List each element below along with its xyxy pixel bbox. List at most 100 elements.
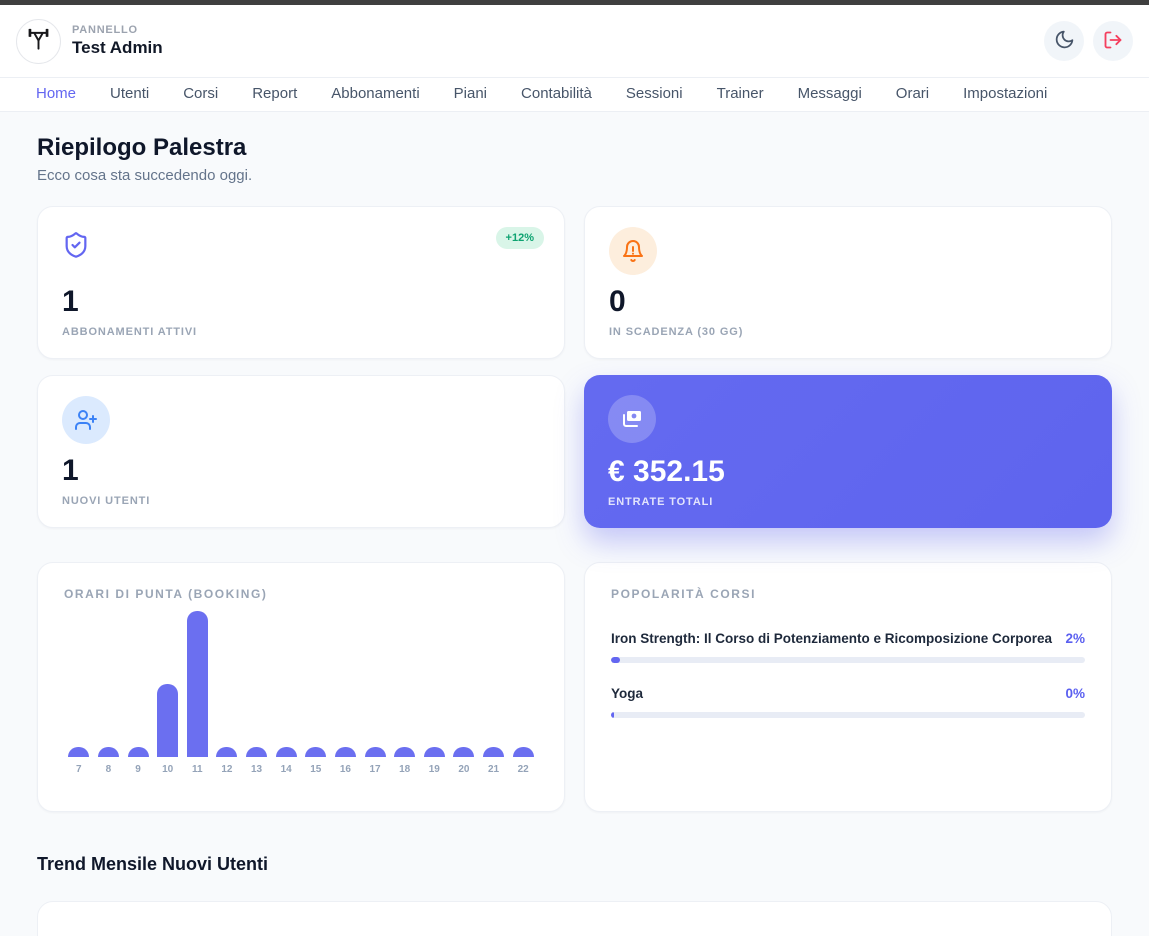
stat-card-abbonamenti-attivi: +12% 1 ABBONAMENTI ATTIVI — [37, 206, 565, 359]
nav-item-sessioni[interactable]: Sessioni — [626, 85, 683, 102]
bar-hour-16 — [335, 747, 356, 757]
bar-slot: 9 — [123, 747, 153, 775]
bar-x-label: 9 — [135, 764, 141, 775]
bar-slot: 21 — [479, 747, 509, 775]
bar-hour-22 — [513, 747, 534, 757]
progress-track — [611, 712, 1085, 718]
header: PANNELLO Test Admin — [0, 5, 1149, 77]
stat-card-nuovi-utenti: 1 NUOVI UTENTI — [37, 375, 565, 528]
course-percent: 2% — [1065, 631, 1085, 646]
bar-x-label: 13 — [251, 764, 262, 775]
trend-section-title: Trend Mensile Nuovi Utenti — [37, 854, 1112, 875]
bar-slot: 13 — [242, 747, 272, 775]
bar-x-label: 11 — [192, 764, 203, 775]
bar-hour-9 — [128, 747, 149, 757]
bar-x-label: 20 — [458, 764, 469, 775]
popularity-panel: POPOLARITÀ CORSI Iron Strength: Il Corso… — [584, 562, 1112, 812]
bell-alert-icon — [609, 227, 657, 275]
stat-value: € 352.15 — [608, 457, 1088, 487]
bar-slot: 20 — [449, 747, 479, 775]
stat-card-in-scadenza: 0 IN SCADENZA (30 GG) — [584, 206, 1112, 359]
popularity-list: Iron Strength: Il Corso di Potenziamento… — [611, 631, 1085, 718]
bar-x-label: 22 — [518, 764, 529, 775]
nav-item-home[interactable]: Home — [36, 85, 76, 102]
charts-row: ORARI DI PUNTA (BOOKING) 7 8 9 10 11 12 13 14 15… — [37, 562, 1112, 812]
bar-slot: 16 — [331, 747, 361, 775]
nav-item-piani[interactable]: Piani — [454, 85, 487, 102]
bar-x-label: 14 — [281, 764, 292, 775]
bar-hour-20 — [453, 747, 474, 757]
user-plus-icon — [62, 396, 110, 444]
stat-label: IN SCADENZA (30 GG) — [609, 326, 1087, 338]
progress-track — [611, 657, 1085, 663]
page-subtitle: Ecco cosa sta succedendo oggi. — [37, 167, 1112, 184]
weightlifter-icon — [25, 25, 52, 57]
brand-name: Test Admin — [72, 38, 163, 58]
stat-label: NUOVI UTENTI — [62, 495, 540, 507]
brand-label: PANNELLO — [72, 24, 163, 36]
nav-item-contabilita[interactable]: Contabilità — [521, 85, 592, 102]
bar-slot: 18 — [390, 747, 420, 775]
progress-fill — [611, 712, 614, 718]
nav-item-impostazioni[interactable]: Impostazioni — [963, 85, 1047, 102]
bar-hour-11 — [187, 611, 208, 757]
bar-x-label: 12 — [221, 764, 232, 775]
bar-hour-10 — [157, 684, 178, 757]
shield-check-icon — [62, 231, 90, 259]
bar-hour-7 — [68, 747, 89, 757]
bar-slot: 19 — [420, 747, 450, 775]
popularity-row: Iron Strength: Il Corso di Potenziamento… — [611, 631, 1085, 663]
nav-item-utenti[interactable]: Utenti — [110, 85, 149, 102]
stat-label: ENTRATE TOTALI — [608, 496, 1088, 508]
bar-hour-14 — [276, 747, 297, 757]
nav-item-report[interactable]: Report — [252, 85, 297, 102]
nav-item-trainer[interactable]: Trainer — [717, 85, 764, 102]
logout-button[interactable] — [1093, 21, 1133, 61]
peak-hours-title: ORARI DI PUNTA (BOOKING) — [64, 587, 538, 601]
bar-slot: 22 — [508, 747, 538, 775]
bar-hour-12 — [216, 747, 237, 757]
bar-x-label: 16 — [340, 764, 351, 775]
peak-hours-panel: ORARI DI PUNTA (BOOKING) 7 8 9 10 11 12 13 14 15… — [37, 562, 565, 812]
progress-fill — [611, 657, 620, 663]
nav-item-corsi[interactable]: Corsi — [183, 85, 218, 102]
stat-card-entrate-totali: € 352.15 ENTRATE TOTALI — [584, 375, 1112, 528]
course-name: Iron Strength: Il Corso di Potenziamento… — [611, 631, 1052, 646]
trend-chart-card — [37, 901, 1112, 936]
stats-grid: +12% 1 ABBONAMENTI ATTIVI 0 IN SCADENZA … — [37, 206, 1112, 528]
bar-hour-18 — [394, 747, 415, 757]
logout-icon — [1103, 30, 1123, 53]
bar-hour-13 — [246, 747, 267, 757]
bar-hour-19 — [424, 747, 445, 757]
bar-slot: 8 — [94, 747, 124, 775]
bar-x-label: 10 — [162, 764, 173, 775]
stat-value: 0 — [609, 287, 1087, 317]
theme-toggle-button[interactable] — [1044, 21, 1084, 61]
bar-slot: 12 — [212, 747, 242, 775]
nav-item-abbonamenti[interactable]: Abbonamenti — [331, 85, 419, 102]
bar-hour-17 — [365, 747, 386, 757]
bar-slot: 17 — [360, 747, 390, 775]
popularity-title: POPOLARITÀ CORSI — [611, 587, 1085, 601]
bar-slot: 10 — [153, 684, 183, 775]
bar-x-label: 19 — [429, 764, 440, 775]
bar-x-label: 8 — [106, 764, 112, 775]
peak-hours-chart: 7 8 9 10 11 12 13 14 15 16 17 18 19 20 21 22 — [64, 607, 538, 775]
banknote-icon — [608, 395, 656, 443]
bar-x-label: 17 — [370, 764, 381, 775]
bar-slot: 14 — [271, 747, 301, 775]
popularity-row: Yoga0% — [611, 686, 1085, 718]
course-name: Yoga — [611, 686, 643, 701]
bar-x-label: 15 — [310, 764, 321, 775]
bar-slot: 15 — [301, 747, 331, 775]
main-content: Riepilogo Palestra Ecco cosa sta succede… — [0, 134, 1149, 936]
bar-hour-15 — [305, 747, 326, 757]
bar-x-label: 7 — [76, 764, 82, 775]
nav-item-orari[interactable]: Orari — [896, 85, 929, 102]
bar-hour-21 — [483, 747, 504, 757]
nav-item-messaggi[interactable]: Messaggi — [798, 85, 862, 102]
page-title: Riepilogo Palestra — [37, 134, 1112, 162]
stat-value: 1 — [62, 287, 540, 317]
growth-badge: +12% — [496, 227, 544, 249]
main-nav: Home Utenti Corsi Report Abbonamenti Pia… — [0, 77, 1149, 112]
